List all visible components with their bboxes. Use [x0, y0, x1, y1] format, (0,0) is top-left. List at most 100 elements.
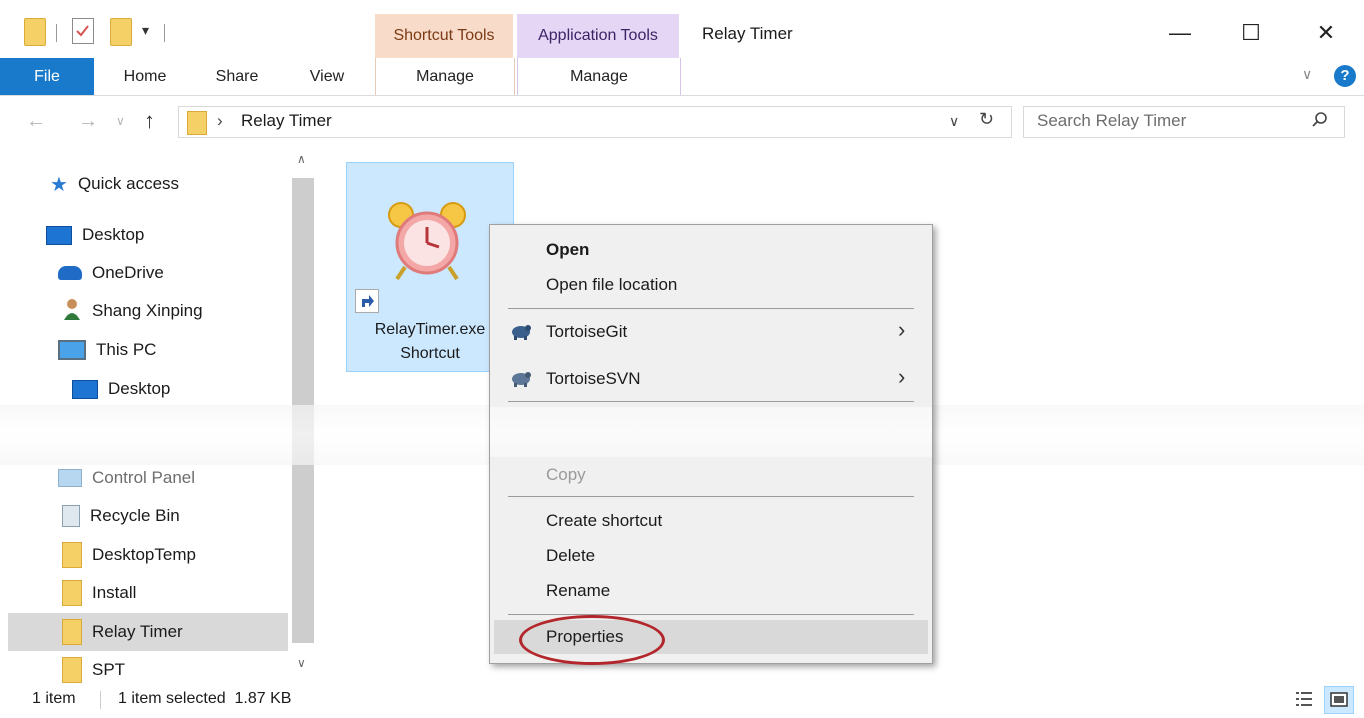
- submenu-arrow-icon: ›: [898, 317, 906, 342]
- maximize-button[interactable]: ☐: [1228, 18, 1274, 48]
- large-icons-view-icon[interactable]: [1324, 686, 1354, 714]
- properties-icon[interactable]: [72, 18, 94, 44]
- menu-separator: [508, 614, 914, 615]
- menu-item-label: Open file location: [546, 275, 678, 294]
- nav-item-user[interactable]: Shang Xinping: [62, 293, 203, 329]
- nav-item-recycle-bin[interactable]: Recycle Bin: [62, 498, 180, 534]
- nav-item-label: Install: [92, 583, 137, 602]
- menu-item-delete[interactable]: Delete: [490, 539, 932, 573]
- window-title: Relay Timer: [702, 24, 793, 43]
- nav-item-label: SPT: [92, 660, 126, 679]
- ribbon-tabs: File Home Share View Manage Manage ∨ ?: [0, 58, 1364, 96]
- selection-info: 1 item selected 1.87 KB: [118, 690, 292, 707]
- desktop-icon: [72, 379, 98, 399]
- folder-icon: [62, 619, 82, 645]
- back-arrow-icon[interactable]: ←: [26, 110, 46, 133]
- tab-file[interactable]: File: [0, 58, 94, 95]
- user-icon: [62, 298, 82, 325]
- nav-item-quick-access[interactable]: ★ Quick access: [50, 166, 179, 202]
- details-view-icon[interactable]: [1294, 689, 1314, 709]
- search-input[interactable]: Search Relay Timer: [1037, 111, 1186, 131]
- highlight-annotation: [519, 615, 665, 665]
- tab-home[interactable]: Home: [110, 58, 180, 95]
- up-arrow-icon[interactable]: ↑: [144, 108, 155, 134]
- breadcrumb-relay-timer[interactable]: Relay Timer: [241, 111, 332, 131]
- menu-item-label: Create shortcut: [546, 511, 663, 530]
- menu-item-label: TortoiseSVN: [546, 369, 641, 388]
- nav-item-label: This PC: [96, 340, 157, 359]
- menu-item-create-shortcut[interactable]: Create shortcut: [490, 504, 932, 538]
- nav-item-pc-desktop[interactable]: Desktop: [72, 371, 170, 407]
- path-separator[interactable]: ›: [217, 111, 223, 131]
- nav-item-label: DesktopTemp: [92, 545, 196, 564]
- navigation-pane: ∧ ∨ ★ Quick access Desktop OneDrive Shan…: [0, 150, 318, 683]
- nav-item-label: Relay Timer: [92, 622, 183, 641]
- faded-gap: [490, 407, 932, 457]
- menu-separator: [508, 496, 914, 497]
- folder-icon: [24, 18, 46, 46]
- close-button[interactable]: ✕: [1303, 18, 1349, 48]
- scroll-up-icon[interactable]: ∧: [297, 152, 306, 166]
- nav-item-desktop[interactable]: Desktop: [46, 217, 144, 253]
- search-field[interactable]: Search Relay Timer: [1023, 106, 1345, 138]
- folder-icon: [187, 111, 207, 135]
- menu-item-tortoisegit[interactable]: TortoiseGit ›: [490, 315, 932, 349]
- submenu-arrow-icon: ›: [898, 364, 906, 389]
- search-icon[interactable]: [1310, 110, 1330, 135]
- menu-separator: [508, 308, 914, 309]
- expand-ribbon-icon[interactable]: ∨: [1302, 66, 1312, 83]
- menu-item-tortoisesvn[interactable]: TortoiseSVN ›: [490, 362, 932, 396]
- status-divider: [100, 691, 101, 709]
- tortoisesvn-icon: [510, 368, 532, 388]
- shortcut-arrow-icon: [355, 289, 379, 313]
- nav-item-label: Recycle Bin: [90, 506, 180, 525]
- status-bar: 1 item 1 item selected 1.87 KB: [0, 683, 1364, 715]
- desktop-icon: [46, 225, 72, 245]
- title-bar: ▾ Shortcut Tools Application Tools Relay…: [0, 0, 1364, 58]
- star-icon: ★: [50, 173, 68, 196]
- menu-item-rename[interactable]: Rename: [490, 574, 932, 608]
- refresh-icon[interactable]: ↻: [979, 109, 994, 130]
- new-folder-icon[interactable]: [110, 18, 132, 46]
- alarm-clock-icon: [385, 199, 469, 288]
- scroll-down-icon[interactable]: ∨: [297, 656, 306, 670]
- nav-item-onedrive[interactable]: OneDrive: [58, 255, 164, 291]
- cloud-icon: [58, 266, 82, 280]
- nav-item-label: Control Panel: [92, 468, 196, 487]
- tab-manage-application[interactable]: Manage: [517, 58, 681, 95]
- context-menu: Open Open file location TortoiseGit › To…: [489, 224, 933, 665]
- menu-separator: [508, 401, 914, 402]
- menu-item-open[interactable]: Open: [490, 233, 932, 267]
- nav-item-install[interactable]: Install: [62, 575, 136, 611]
- minimize-button[interactable]: —: [1157, 18, 1203, 48]
- recycle-bin-icon: [62, 505, 80, 527]
- nav-item-label: Desktop: [108, 379, 171, 398]
- tab-share[interactable]: Share: [200, 58, 274, 95]
- tab-manage-shortcut[interactable]: Manage: [375, 58, 515, 95]
- address-bar[interactable]: › Relay Timer ∨ ↻: [178, 106, 1012, 138]
- nav-item-desktoptemp[interactable]: DesktopTemp: [62, 537, 196, 573]
- menu-item-label: TortoiseGit: [546, 322, 628, 341]
- menu-item-label: Copy: [546, 465, 586, 484]
- folder-icon: [62, 657, 82, 683]
- help-icon[interactable]: ?: [1334, 65, 1356, 87]
- menu-item-copy[interactable]: Copy: [490, 458, 932, 492]
- tab-view[interactable]: View: [294, 58, 360, 95]
- nav-item-label: Shang Xinping: [92, 301, 203, 320]
- folder-icon: [62, 580, 82, 606]
- menu-item-label: Delete: [546, 546, 596, 565]
- menu-item-label: Open: [546, 240, 590, 259]
- contextual-tab-application-tools: Application Tools: [517, 14, 679, 58]
- address-row: ← → ∨ ↑ › Relay Timer ∨ ↻ Search Relay T…: [0, 96, 1364, 148]
- menu-item-open-file-location[interactable]: Open file location: [490, 268, 932, 302]
- control-panel-icon: [58, 469, 82, 487]
- recent-chevron-icon[interactable]: ∨: [116, 114, 125, 128]
- nav-item-this-pc[interactable]: This PC: [58, 332, 156, 368]
- qat-divider: [56, 24, 57, 42]
- nav-item-control-panel[interactable]: Control Panel: [58, 460, 195, 496]
- address-dropdown-icon[interactable]: ∨: [949, 113, 959, 130]
- nav-item-relay-timer[interactable]: Relay Timer: [62, 614, 183, 650]
- qat-customize-icon[interactable]: ▾: [142, 22, 149, 39]
- forward-arrow-icon[interactable]: →: [78, 110, 98, 133]
- nav-item-label: OneDrive: [92, 263, 164, 282]
